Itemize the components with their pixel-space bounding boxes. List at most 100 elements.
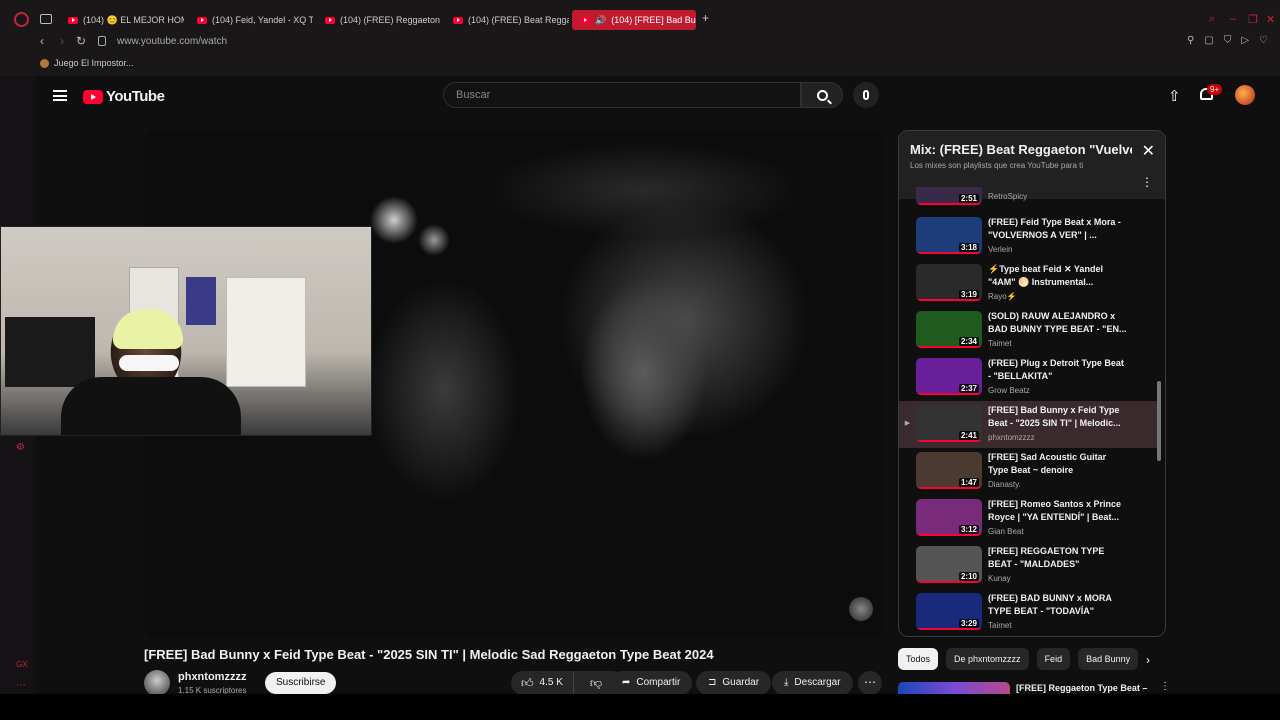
play-icon[interactable]: ▷ [1241,35,1249,46]
more-actions-icon[interactable]: ⋯ [858,671,882,695]
duration-badge: 3:12 [958,525,979,534]
drag-handle [899,307,916,354]
now-playing-icon: ▶ [904,420,911,427]
playlist-video-title: [FREE] REGGAETON TYPE BEAT - "MALDADES" [988,546,1105,569]
recommended-title: [FREE] Reggaeton Type Beat – [1016,683,1148,693]
more-icon[interactable]: ⋯ [16,680,26,691]
chevron-right-icon[interactable]: › [1146,653,1150,667]
dislike-button[interactable]: 👎︎ [580,671,612,695]
save-button[interactable]: ⊐ Guardar [696,671,772,695]
search-button[interactable] [801,82,843,108]
share-button[interactable]: ➦ Compartir [610,671,693,695]
browser-tab-active[interactable]: 🔊(104) [FREE] Bad Bunny [572,10,696,30]
drag-handle [899,542,916,589]
playlist-item[interactable]: 3:18 (FREE) Feid Type Beat x Mora - "VOLV… [899,213,1157,260]
lock-icon [98,36,106,46]
browser-tab[interactable]: (104) (FREE) Beat Reggaet [445,10,569,30]
youtube-favicon-icon [68,16,78,24]
maximize-icon[interactable]: ❐ [1248,13,1258,26]
video-thumbnail: 3:29 [916,593,982,630]
url-field[interactable]: www.youtube.com/watch [117,36,227,47]
menu-icon[interactable] [53,90,67,101]
notification-badge: 9+ [1207,84,1223,95]
playlist-scrollbar[interactable] [1157,199,1163,636]
search-box [443,82,801,108]
download-button[interactable]: ⤓ Descargar [772,671,853,695]
playlist-item[interactable]: 3:29 (FREE) BAD BUNNY x MORA TYPE BEAT - … [899,589,1157,636]
close-window-icon[interactable]: ✕ [1266,13,1275,26]
video-menu-icon[interactable]: ⋮ [1160,681,1166,692]
bookmark-icon: ⊐ [708,677,717,688]
playlist-video-title: (FREE) Feid Type Beat x Mora - "VOLVERNO… [988,217,1121,240]
browser-tab[interactable]: (104) Feid, Yandel - XQ Te [189,10,313,30]
gx-icon[interactable]: GX [16,660,28,669]
playlist-channel: Grow Beatz [988,386,1030,395]
chip-channel[interactable]: De phxntomzzzz [946,648,1029,670]
upload-icon[interactable]: ⇧ [1168,87,1181,105]
playlist-item[interactable]: 2:37 (FREE) Plug x Detroit Type Beat - "B… [899,354,1157,401]
playlist-partial-top: 2:51 RetroSpicy [899,187,1157,205]
tab-switcher-icon[interactable] [40,14,52,24]
youtube-logo[interactable]: YouTube [83,88,165,105]
playlist-item[interactable]: 3:19 ⚡Type beat Feid ✕ Yandel "4AM" 🌕 Ins… [899,260,1157,307]
thumbs-down-icon: 👎︎ [589,676,603,690]
search-tabs-icon[interactable]: ⌕ [1209,13,1215,26]
playlist-items: 3:18 (FREE) Feid Type Beat x Mora - "VOLV… [899,213,1157,636]
playlist-video-title: (FREE) Plug x Detroit Type Beat - "BELLA… [988,358,1124,381]
playlist-item[interactable]: 3:12 [FREE] Romeo Santos x Prince Royce |… [899,495,1157,542]
heart-icon[interactable]: ♡ [1259,35,1268,46]
playlist-item[interactable]: 2:34 (SOLD) RAUW ALEJANDRO x BAD BUNNY TY… [899,307,1157,354]
subscribe-button[interactable]: Suscribirse [265,672,337,694]
duration-badge: 3:29 [958,619,979,628]
video-thumbnail: 2:34 [916,311,982,348]
playlist-channel: Kunay [988,574,1011,583]
channel-watermark-icon[interactable] [849,597,873,621]
settings-icon[interactable]: ⚙ [16,442,25,453]
drag-handle [899,589,916,636]
pin-icon[interactable]: ⚲ [1187,35,1194,46]
scrollbar-thumb[interactable] [1157,381,1161,461]
account-avatar[interactable] [1235,85,1255,105]
chip-bad-bunny[interactable]: Bad Bunny [1078,648,1139,670]
shield-icon[interactable]: ⛉ [1224,35,1232,46]
playlist-item[interactable]: 1:47 [FREE] Sad Acoustic Guitar Type Beat… [899,448,1157,495]
snapshot-icon[interactable]: ▢ [1204,35,1213,46]
browser-tab[interactable]: (104) (FREE) Reggaeton B [317,10,441,30]
reload-icon[interactable]: ↻ [76,34,86,48]
video-title: [FREE] Bad Bunny x Feid Type Beat - "202… [144,647,714,662]
playlist-item[interactable]: 2:10 [FREE] REGGAETON TYPE BEAT - "MALDAD… [899,542,1157,589]
back-icon[interactable]: ‹ [40,34,44,48]
chip-feid[interactable]: Feid [1036,648,1071,670]
playlist-video-title: (FREE) BAD BUNNY x MORA TYPE BEAT - "TOD… [988,593,1112,616]
recommended-video[interactable]: [FREE] Reggaeton Type Beat – ⋮ [898,680,1166,694]
duration-badge: 2:10 [958,572,979,581]
youtube-favicon-icon [580,16,590,24]
minimize-icon[interactable]: – [1230,13,1236,25]
playlist-channel: Rayo⚡ [988,292,1017,301]
forward-icon[interactable]: › [60,34,64,48]
chip-all[interactable]: Todos [898,648,939,670]
playlist-item[interactable]: 2:51 RetroSpicy [899,187,1157,205]
playlist-title[interactable]: Mix: (FREE) Beat Reggaeton "Vuelve... [910,142,1132,157]
voice-search-button[interactable] [853,82,879,108]
browser-tab[interactable]: (104) 😊 EL MEJOR HOMB [60,10,184,30]
duration-badge: 3:19 [958,290,979,299]
opera-logo-icon[interactable] [14,12,29,27]
playlist-channel: Taimet [988,621,1012,630]
duration-badge: 2:41 [958,431,979,440]
mic-icon [863,90,869,100]
search-input[interactable] [444,83,800,107]
like-button[interactable]: 👍︎ 4.5 K [511,671,574,695]
taskbar [0,694,1280,720]
video-thumbnail: 3:12 [916,499,982,536]
playlist-channel: Verlein [988,245,1013,254]
new-tab-icon[interactable]: + [702,11,709,25]
youtube-favicon-icon [325,16,335,24]
channel-name[interactable]: phxntomzzzz [178,671,246,683]
playlist-item-now-playing[interactable]: ▶ 2:41 [FREE] Bad Bunny x Feid Type Beat -… [899,401,1157,448]
channel-avatar[interactable] [144,670,170,696]
close-icon[interactable]: ✕ [1142,141,1155,161]
bookmark-item[interactable]: Juego El Impostor... [54,58,134,68]
share-icon: ➦ [622,677,631,688]
video-thumbnail: 3:19 [916,264,982,301]
